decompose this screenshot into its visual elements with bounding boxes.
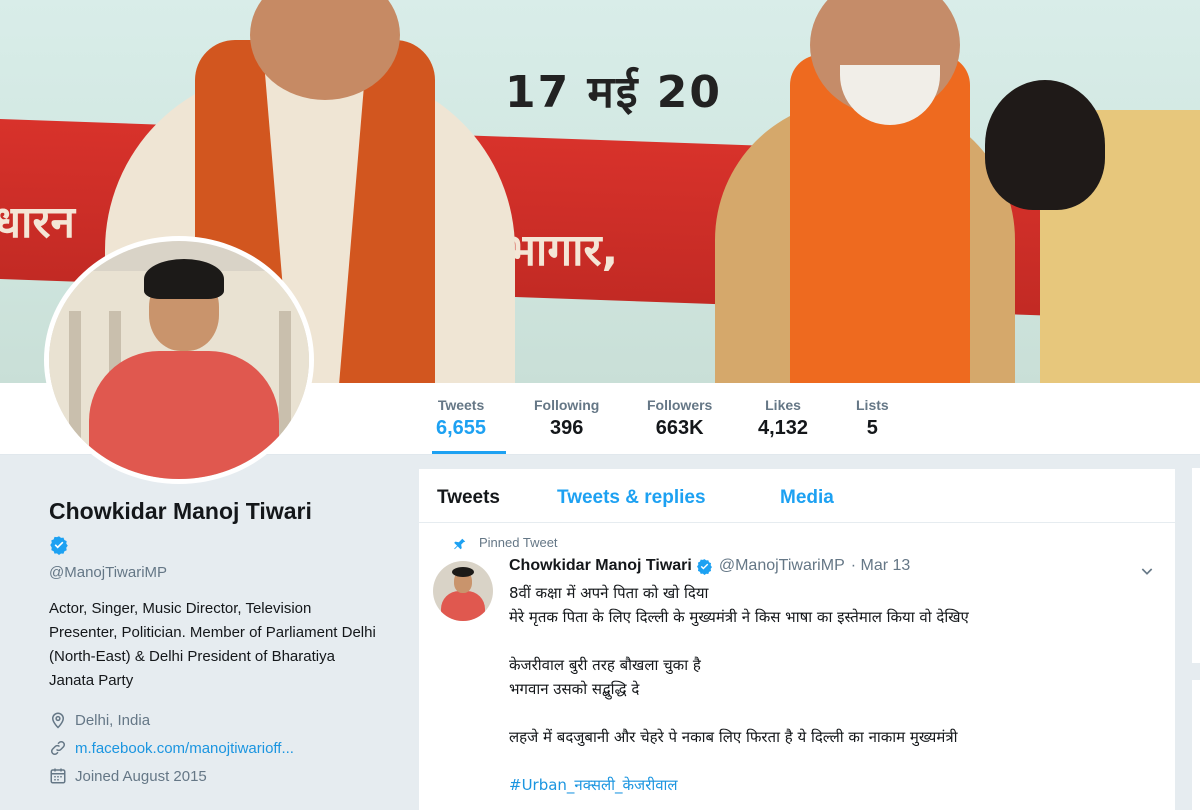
tweet-line: 8वीं कक्षा में अपने पिता को खो दिया xyxy=(509,584,709,602)
stat-value: 663K xyxy=(655,417,704,439)
right-panel xyxy=(1192,680,1200,810)
tweet-line: लहजे में बदजुबानी और चेहरे पे नकाब लिए फ… xyxy=(509,728,958,746)
stat-label: Followers xyxy=(647,397,713,413)
profile-bio: Actor, Singer, Music Director, Televisio… xyxy=(49,600,376,689)
profile-handle[interactable]: @ManojTiwariMP xyxy=(49,564,379,581)
link-icon xyxy=(50,740,66,756)
stat-value: 6,655 xyxy=(436,417,487,439)
timeline-tabs: Tweets Tweets & replies Media xyxy=(419,469,1175,523)
stat-value: 396 xyxy=(549,417,584,439)
tweet-hashtag[interactable]: #Urban_नक्सली_केजरीवाल xyxy=(509,773,1149,797)
tweet-author[interactable]: Chowkidar Manoj Tiwari xyxy=(509,557,692,575)
verified-icon xyxy=(49,535,69,560)
verified-icon xyxy=(696,558,712,575)
stat-lists[interactable]: Lists 5 xyxy=(856,397,889,440)
calendar-icon xyxy=(50,768,66,784)
stat-label: Tweets xyxy=(437,397,485,413)
banner-text-mid: भागार, xyxy=(505,225,619,276)
avatar-shirt xyxy=(89,351,279,479)
profile-location: Delhi, India xyxy=(49,711,379,729)
banner-person-3-head xyxy=(985,80,1105,210)
stat-followers[interactable]: Followers 663K xyxy=(647,397,712,440)
stat-label: Following xyxy=(534,397,600,413)
tweet-line: केजरीवाल बुरी तरह बौखला चुका है xyxy=(509,656,701,674)
stat-following[interactable]: Following 396 xyxy=(534,397,599,440)
tweet-line: भगवान उसको सद्बुद्धि दे xyxy=(509,680,640,698)
tweet-handle[interactable]: @ManojTiwariMP xyxy=(719,557,845,575)
tweet-line: मेरे मृतक पिता के लिए दिल्ली के मुख्यमंत… xyxy=(509,608,969,626)
banner-text-left: धारन xyxy=(0,197,75,248)
pinned-text: Pinned Tweet xyxy=(479,535,558,550)
tweet-header: Chowkidar Manoj Tiwari @ManojTiwariMP · … xyxy=(509,557,910,575)
profile-joined: Joined August 2015 xyxy=(49,767,379,785)
stat-value: 4,132 xyxy=(758,417,809,439)
avatar-hair xyxy=(144,259,224,299)
location-text: Delhi, India xyxy=(75,711,151,729)
profile-avatar[interactable] xyxy=(44,236,314,484)
website-link[interactable]: m.facebook.com/manojtiwarioff... xyxy=(75,740,294,757)
avatar-column xyxy=(279,311,291,471)
tab-tweets-replies[interactable]: Tweets & replies xyxy=(557,487,706,509)
tab-tweets[interactable]: Tweets xyxy=(437,487,500,509)
tab-media[interactable]: Media xyxy=(780,487,834,509)
stat-tweets[interactable]: Tweets 6,655 xyxy=(431,397,507,454)
profile-website: m.facebook.com/manojtiwarioff... xyxy=(49,739,379,757)
joined-text: Joined August 2015 xyxy=(75,767,207,785)
tweet-date[interactable]: · Mar 13 xyxy=(851,557,911,575)
tweet-avatar-hair xyxy=(452,567,474,577)
avatar-column xyxy=(69,311,81,471)
stat-likes[interactable]: Likes 4,132 xyxy=(758,397,808,440)
pin-icon xyxy=(454,538,466,550)
location-icon xyxy=(51,712,65,729)
banner-date-text: 17 मई 20 xyxy=(505,67,723,118)
pinned-label: Pinned Tweet xyxy=(454,535,558,550)
stat-label: Likes xyxy=(765,397,801,413)
tweet-text: 8वीं कक्षा में अपने पिता को खो दिया मेरे… xyxy=(509,581,1149,797)
profile-card: Chowkidar Manoj Tiwari @ManojTiwariMP Ac… xyxy=(49,498,379,785)
profile-name[interactable]: Chowkidar Manoj Tiwari xyxy=(49,498,379,525)
tweet-avatar-shirt xyxy=(441,591,485,621)
tweet-avatar[interactable] xyxy=(433,561,493,621)
right-panel xyxy=(1192,468,1200,663)
stat-value: 5 xyxy=(866,417,878,439)
stat-label: Lists xyxy=(856,397,889,413)
timeline: Tweets Tweets & replies Media Pinned Twe… xyxy=(418,468,1176,810)
